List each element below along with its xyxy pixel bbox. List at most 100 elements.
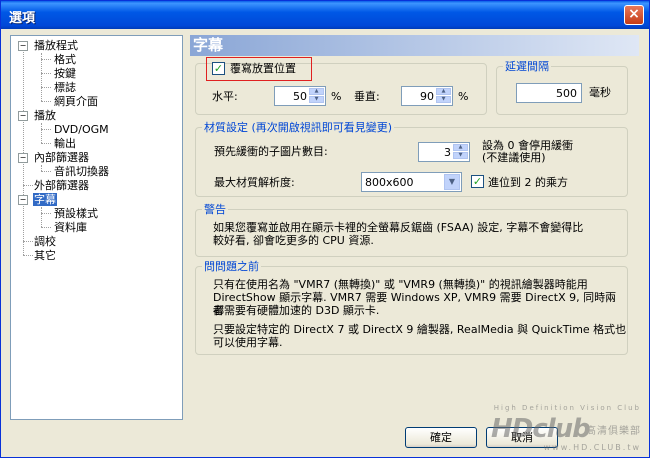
tree-item-label: 按鍵: [54, 67, 76, 80]
vertical-unit: %: [458, 90, 469, 103]
arrow-down-icon[interactable]: ▼: [453, 152, 468, 159]
max-texture-res-value: 800x600: [365, 176, 414, 189]
close-button[interactable]: ×: [624, 5, 644, 25]
arrow-up-icon[interactable]: ▲: [309, 88, 324, 95]
watermark-tagline: High Definition Vision Club: [493, 404, 641, 412]
page-title: 字幕: [190, 35, 639, 56]
vertical-label: 垂直:: [354, 90, 380, 103]
tree-guide: [41, 59, 51, 60]
prebuffer-stepper[interactable]: 3 ▲ ▼: [418, 142, 470, 162]
horizontal-stepper[interactable]: 50 ▲ ▼: [274, 86, 326, 106]
tree-item-database[interactable]: 資料庫: [53, 221, 88, 235]
tree-item-label: 播放: [34, 109, 56, 122]
tree-item-label: 輸出: [54, 137, 76, 150]
title-bar[interactable]: 選項 ×: [1, 1, 649, 29]
delay-value: 500: [556, 87, 577, 100]
tree-item-dvd-ogm[interactable]: DVD/OGM: [53, 123, 110, 137]
tree-item-label: 網頁介面: [54, 95, 98, 108]
override-position-checkbox[interactable]: ✓: [212, 62, 225, 75]
tree-guide: [41, 213, 51, 214]
window-title: 選項: [9, 11, 36, 26]
texture-group: 材質設定 (再次開啟視訊即可看見變更) 預先緩衝的子圖片數目: 3 ▲ ▼ 設為 …: [195, 121, 628, 197]
tree-item-label: 字幕: [33, 193, 57, 206]
tree-item-label: 格式: [54, 53, 76, 66]
collapse-icon[interactable]: −: [18, 153, 28, 163]
faq-text-line: 只要設定特定的 DirectX 7 或 DirectX 9 繪製器, RealM…: [213, 323, 627, 336]
vertical-stepper[interactable]: 90 ▲ ▼: [401, 86, 453, 106]
tree-guide: [41, 143, 51, 144]
pow2-checkbox[interactable]: ✓: [471, 175, 484, 188]
tree-guide: [23, 241, 33, 242]
watermark-url: www.HD.CLUB.tw: [543, 443, 641, 452]
pow2-label: 進位到 2 的乘方: [488, 176, 568, 189]
warning-group: 警告 如果您覆寫並啟用在顯示卡裡的全螢幕反鋸齒 (FSAA) 設定, 字幕不會變…: [195, 203, 628, 257]
subtitles-panel: 字幕 ✓ 覆寫放置位置 水平: 50 ▲ ▼ % 垂直: 90 ▲ ▼ % 延遲間隔…: [190, 35, 639, 420]
warning-text-line: 較好看, 卻會吃更多的 CPU 資源.: [213, 234, 374, 247]
tree-guide: [41, 123, 42, 143]
max-texture-res-select[interactable]: 800x600 ▼: [361, 172, 462, 192]
tree-guide: [41, 129, 51, 130]
close-icon: ×: [628, 6, 640, 22]
tree-guide: [41, 87, 51, 88]
watermark-cn: 高清俱樂部: [586, 426, 641, 437]
collapse-icon[interactable]: −: [18, 41, 28, 51]
tree-item-formats[interactable]: 格式: [53, 53, 77, 67]
faq-group: 問問題之前 只有在使用名為 "VMR7 (無轉換)" 或 "VMR9 (無轉換)…: [195, 260, 628, 355]
watermark-brand: HDclub: [491, 414, 591, 444]
tree-guide: [41, 101, 51, 102]
tree-guide: [23, 255, 33, 256]
tree-item-subtitles[interactable]: 字幕: [33, 193, 57, 207]
collapse-icon[interactable]: −: [18, 195, 28, 205]
arrow-down-icon[interactable]: ▼: [309, 96, 324, 103]
faq-text-line: 都需要有硬體加速的 D3D 顯示卡.: [213, 304, 380, 317]
tree-guide: [23, 185, 33, 186]
watermark-logo: High Definition Vision Club HDclub 高清俱樂部…: [491, 404, 641, 452]
tree-item-web-interface[interactable]: 網頁介面: [53, 95, 99, 109]
texture-group-title: 材質設定 (再次開啟視訊即可看見變更): [202, 121, 395, 134]
tree-item-player[interactable]: 播放程式: [33, 39, 79, 53]
delay-unit: 毫秒: [589, 86, 611, 99]
options-dialog: 選項 × − − − − 播放程式 格式 按鍵 標誌 網頁介面 播放 DVD/O…: [0, 0, 650, 458]
options-tree[interactable]: − − − − 播放程式 格式 按鍵 標誌 網頁介面 播放 DVD/OGM 輸出…: [10, 35, 183, 420]
tree-item-label: 播放程式: [34, 39, 78, 52]
chevron-down-icon[interactable]: ▼: [444, 174, 460, 190]
tree-item-label: 外部篩選器: [34, 179, 89, 192]
prebuffer-note-2: (不建議使用): [482, 151, 546, 164]
max-texture-res-label: 最大材質解析度:: [214, 176, 295, 189]
tree-item-external-filters[interactable]: 外部篩選器: [33, 179, 90, 193]
tree-item-keys[interactable]: 按鍵: [53, 67, 77, 81]
tree-item-default-style[interactable]: 預設樣式: [53, 207, 99, 221]
ok-button[interactable]: 確定: [405, 427, 477, 448]
tree-item-tweaks[interactable]: 調校: [33, 235, 57, 249]
tree-item-label: 標誌: [54, 81, 76, 94]
tree-guide: [41, 171, 51, 172]
tree-guide: [41, 207, 42, 227]
tree-item-playback[interactable]: 播放: [33, 109, 57, 123]
horizontal-unit: %: [331, 90, 342, 103]
tree-item-internal-filters[interactable]: 內部篩選器: [33, 151, 90, 165]
tree-item-output[interactable]: 輸出: [53, 137, 77, 151]
tree-item-label: 音訊切換器: [54, 165, 109, 178]
tree-item-audio-switcher[interactable]: 音訊切換器: [53, 165, 110, 179]
horizontal-value: 50: [293, 90, 307, 103]
delay-input[interactable]: 500: [516, 83, 582, 103]
arrow-up-icon[interactable]: ▲: [436, 88, 451, 95]
collapse-icon[interactable]: −: [18, 111, 28, 121]
tree-item-label: 內部篩選器: [34, 151, 89, 164]
tree-item-label: 資料庫: [54, 221, 87, 234]
tree-guide: [23, 46, 24, 255]
tree-item-label: DVD/OGM: [54, 123, 109, 136]
tree-item-logo[interactable]: 標誌: [53, 81, 77, 95]
position-group: ✓ 覆寫放置位置 水平: 50 ▲ ▼ % 垂直: 90 ▲ ▼ %: [195, 57, 487, 115]
tree-item-label: 預設樣式: [54, 207, 98, 220]
vertical-value: 90: [420, 90, 434, 103]
override-position-label: 覆寫放置位置: [230, 62, 296, 75]
faq-text-line: 可以使用字幕.: [213, 336, 283, 349]
arrow-down-icon[interactable]: ▼: [436, 96, 451, 103]
delay-group-title: 延遲間隔: [503, 60, 551, 73]
faq-text-line: 只有在使用名為 "VMR7 (無轉換)" 或 "VMR9 (無轉換)" 的視訊繪…: [213, 278, 588, 291]
arrow-up-icon[interactable]: ▲: [453, 144, 468, 151]
tree-item-misc[interactable]: 其它: [33, 249, 57, 263]
tree-guide: [41, 227, 51, 228]
prebuffer-label: 預先緩衝的子圖片數目:: [214, 145, 328, 158]
